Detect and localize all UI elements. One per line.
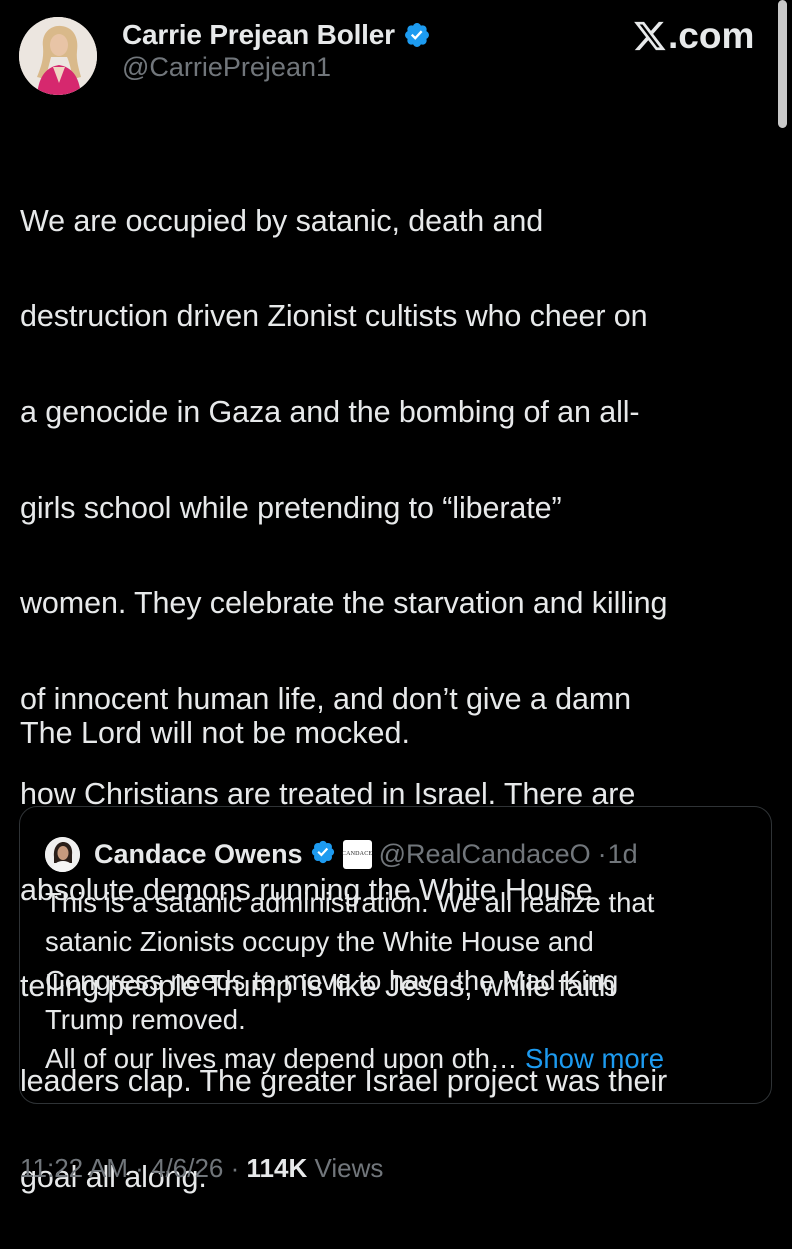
quoted-line: This is a satanic administration. We all… xyxy=(45,887,655,918)
post-time[interactable]: 11:22 AM xyxy=(20,1153,128,1183)
post-meta: 11:22 AM · 4/6/26 · 114K Views xyxy=(20,1153,383,1184)
scrollbar-thumb[interactable] xyxy=(778,0,787,128)
quoted-author-name[interactable]: Candace Owens xyxy=(94,839,303,870)
quoted-header: Candace Owens CANDACE @RealCandaceO · 1d xyxy=(94,835,638,873)
quoted-line: All of our lives may depend upon oth… xyxy=(45,1043,518,1074)
meta-separator: · xyxy=(135,1153,144,1183)
x-logo-icon xyxy=(634,21,666,51)
author-handle[interactable]: @CarriePrejean1 xyxy=(122,52,331,83)
quoted-line: Congress needs to move to have the Mad K… xyxy=(45,965,619,996)
quoted-separator: · xyxy=(597,838,607,869)
quoted-verified-badge-icon xyxy=(310,839,336,870)
views-label: Views xyxy=(314,1153,384,1183)
quoted-time[interactable]: 1d xyxy=(608,839,638,870)
quoted-body: This is a satanic administration. We all… xyxy=(45,883,765,1078)
avatar-photo xyxy=(19,17,97,95)
views-count[interactable]: 114K xyxy=(247,1153,308,1183)
x-logo-suffix: .com xyxy=(668,15,755,56)
author-name-row: Carrie Prejean Boller xyxy=(122,16,431,54)
quoted-last-line: All of our lives may depend upon oth… Sh… xyxy=(45,1039,765,1078)
x-logo-link[interactable]: .com xyxy=(633,14,754,58)
post-line: We are occupied by satanic, death and xyxy=(20,203,544,238)
post-line: a genocide in Gaza and the bombing of an… xyxy=(20,394,640,429)
post-line: women. They celebrate the starvation and… xyxy=(20,586,668,621)
quoted-post-card[interactable]: Candace Owens CANDACE @RealCandaceO · 1d… xyxy=(19,806,772,1104)
quoted-line: Trump removed. xyxy=(45,1004,246,1035)
show-more-link[interactable]: Show more xyxy=(525,1043,664,1074)
quoted-avatar-photo xyxy=(45,837,80,872)
post-date[interactable]: 4/6/26 xyxy=(151,1153,223,1183)
post-line: destruction driven Zionist cultists who … xyxy=(20,299,648,334)
meta-separator: · xyxy=(230,1153,240,1183)
author-avatar[interactable] xyxy=(19,17,97,95)
post-line: girls school while pretending to “libera… xyxy=(20,490,562,525)
post-closing-line: The Lord will not be mocked. xyxy=(20,716,410,750)
quoted-author-handle[interactable]: @RealCandaceO xyxy=(379,839,591,870)
author-name[interactable]: Carrie Prejean Boller xyxy=(122,19,395,51)
quoted-line: satanic Zionists occupy the White House … xyxy=(45,926,594,957)
quoted-author-avatar[interactable] xyxy=(45,837,80,872)
affiliate-badge-icon[interactable]: CANDACE xyxy=(342,839,372,869)
verified-badge-icon xyxy=(403,21,431,49)
